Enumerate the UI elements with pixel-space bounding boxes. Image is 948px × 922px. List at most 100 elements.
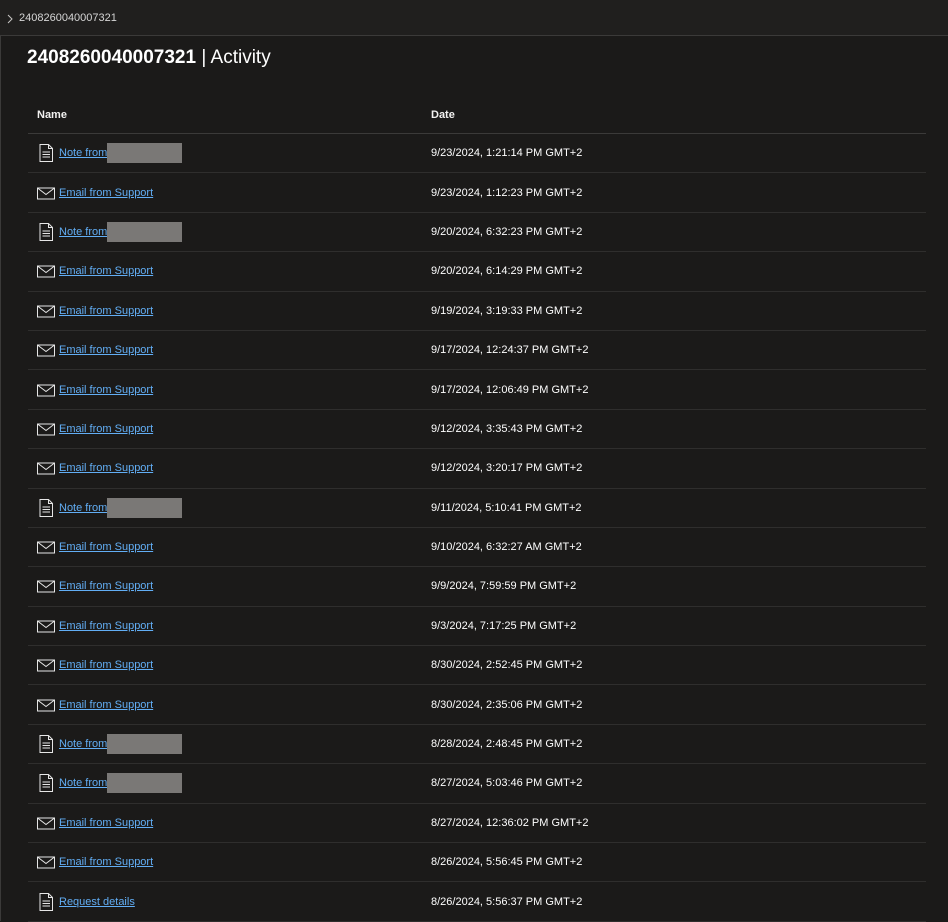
name-cell: Note from [28,221,431,242]
name-cell: Request details [28,892,431,912]
table-row: Note from 8/27/2024, 5:03:46 PM GMT+2 [28,764,926,804]
table-row: Request details 8/26/2024, 5:56:37 PM GMT… [28,882,926,922]
note-icon [37,734,55,754]
redacted-author [107,773,183,794]
name-cell: Email from Support [28,655,431,675]
table-row: Email from Support 9/23/2024, 1:12:23 PM … [28,173,926,213]
column-header-date[interactable]: Date [431,109,455,121]
activity-table: Name Date Note from 9/23/2024, 1:21:14 PM… [28,97,926,922]
page-title: 2408260040007321 | Activity [27,47,271,69]
date-cell: 8/27/2024, 5:03:46 PM GMT+2 [431,777,583,790]
date-cell: 9/10/2024, 6:32:27 AM GMT+2 [431,541,582,554]
note-icon [37,143,55,163]
activity-link[interactable]: Email from Support [59,817,153,829]
activity-link[interactable]: Email from Support [59,305,153,317]
name-cell: Note from [28,497,431,518]
name-cell: Email from Support [28,301,431,321]
date-cell: 9/23/2024, 1:12:23 PM GMT+2 [431,186,583,199]
table-row: Email from Support 9/10/2024, 6:32:27 AM … [28,528,926,568]
date-cell: 8/26/2024, 5:56:45 PM GMT+2 [431,856,583,869]
name-cell: Email from Support [28,616,431,636]
activity-link[interactable]: Email from Support [59,659,153,671]
activity-link[interactable]: Note from [59,502,107,514]
date-cell: 9/19/2024, 3:19:33 PM GMT+2 [431,304,583,317]
mail-icon [37,695,55,715]
date-cell: 9/20/2024, 6:32:23 PM GMT+2 [431,225,583,238]
activity-link[interactable]: Email from Support [59,462,153,474]
note-icon [37,222,55,242]
case-number: 2408260040007321 [27,47,197,68]
name-cell: Email from Support [28,183,431,203]
date-cell: 9/3/2024, 7:17:25 PM GMT+2 [431,619,577,632]
mail-icon [37,261,55,281]
activity-link[interactable]: Note from [59,226,107,238]
activity-link[interactable]: Email from Support [59,423,153,435]
column-header-name[interactable]: Name [28,109,431,121]
activity-link[interactable]: Email from Support [59,344,153,356]
title-separator: | [196,47,211,68]
activity-link[interactable]: Note from [59,777,107,789]
breadcrumb[interactable]: 2408260040007321 [19,12,117,24]
mail-icon [37,576,55,596]
name-cell: Email from Support [28,380,431,400]
table-row: Note from 8/28/2024, 2:48:45 PM GMT+2 [28,725,926,765]
name-cell: Note from [28,734,431,755]
activity-link[interactable]: Email from Support [59,541,153,553]
table-body: Note from 9/23/2024, 1:21:14 PM GMT+2 Emai… [28,134,926,922]
activity-link[interactable]: Email from Support [59,620,153,632]
name-cell: Email from Support [28,458,431,478]
table-row: Email from Support 9/12/2024, 3:20:17 PM … [28,449,926,489]
date-cell: 9/11/2024, 5:10:41 PM GMT+2 [431,501,582,514]
date-cell: 9/9/2024, 7:59:59 PM GMT+2 [431,580,577,593]
date-cell: 8/26/2024, 5:56:37 PM GMT+2 [431,895,583,908]
name-cell: Email from Support [28,576,431,596]
activity-link[interactable]: Email from Support [59,699,153,711]
table-row: Email from Support 9/17/2024, 12:24:37 PM… [28,331,926,371]
table-row: Email from Support 9/19/2024, 3:19:33 PM … [28,292,926,331]
mail-icon [37,852,55,872]
date-cell: 9/20/2024, 6:14:29 PM GMT+2 [431,265,583,278]
table-row: Email from Support 9/3/2024, 7:17:25 PM G… [28,607,926,647]
date-cell: 9/12/2024, 3:35:43 PM GMT+2 [431,422,583,435]
date-cell: 8/30/2024, 2:35:06 PM GMT+2 [431,698,583,711]
section-title: Activity [210,47,271,68]
table-row: Email from Support 8/30/2024, 2:52:45 PM … [28,646,926,686]
activity-link[interactable]: Request details [59,896,135,908]
date-cell: 9/17/2024, 12:24:37 PM GMT+2 [431,344,589,357]
activity-link[interactable]: Email from Support [59,265,153,277]
activity-link[interactable]: Email from Support [59,384,153,396]
note-icon [37,773,55,793]
note-icon [37,498,55,518]
activity-link[interactable]: Note from [59,147,107,159]
name-cell: Note from [28,143,431,164]
table-row: Email from Support 9/17/2024, 12:06:49 PM… [28,370,926,410]
mail-icon [37,419,55,439]
table-row: Email from Support 8/27/2024, 12:36:02 PM… [28,804,926,844]
mail-icon [37,183,55,203]
redacted-author [107,734,183,755]
activity-link[interactable]: Note from [59,738,107,750]
name-cell: Email from Support [28,852,431,872]
activity-link[interactable]: Email from Support [59,856,153,868]
name-cell: Email from Support [28,419,431,439]
name-cell: Email from Support [28,340,431,360]
name-cell: Email from Support [28,695,431,715]
mail-icon [37,380,55,400]
table-row: Note from 9/20/2024, 6:32:23 PM GMT+2 [28,213,926,253]
table-row: Email from Support 8/30/2024, 2:35:06 PM … [28,685,926,725]
date-cell: 8/27/2024, 12:36:02 PM GMT+2 [431,816,589,829]
document-icon [37,892,55,912]
mail-icon [37,537,55,557]
chevron-right-icon[interactable] [4,12,16,24]
breadcrumb-bar: 2408260040007321 [0,0,948,36]
activity-link[interactable]: Email from Support [59,187,153,199]
activity-link[interactable]: Email from Support [59,580,153,592]
table-row: Email from Support 9/9/2024, 7:59:59 PM G… [28,567,926,607]
name-cell: Note from [28,773,431,794]
table-row: Note from 9/11/2024, 5:10:41 PM GMT+2 [28,489,926,528]
name-cell: Email from Support [28,261,431,281]
table-row: Email from Support 9/20/2024, 6:14:29 PM … [28,252,926,292]
date-cell: 9/17/2024, 12:06:49 PM GMT+2 [431,383,589,396]
redacted-author [107,143,183,164]
mail-icon [37,340,55,360]
